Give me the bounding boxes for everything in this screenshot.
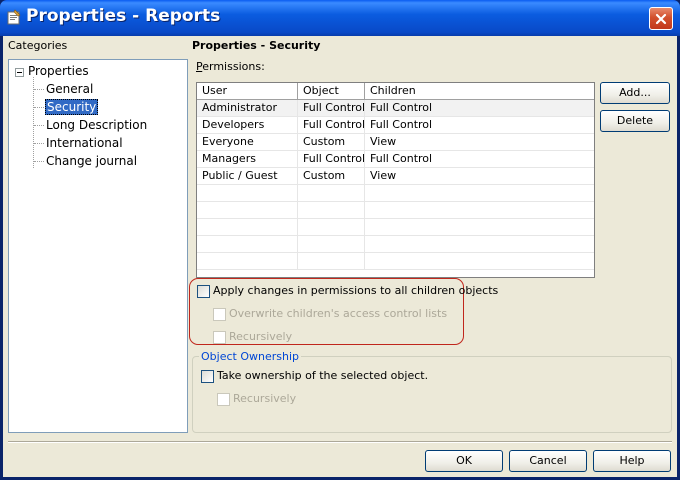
- categories-label: Categories: [8, 39, 68, 52]
- recursively-label: Recursively: [229, 330, 293, 343]
- empty-cell: [298, 202, 365, 219]
- close-button[interactable]: [649, 7, 673, 30]
- cell-object: Full Control: [298, 117, 365, 134]
- table-row[interactable]: Everyone Custom View: [197, 134, 594, 151]
- table-header: User Object Children: [197, 83, 594, 100]
- cancel-button[interactable]: Cancel: [509, 450, 587, 472]
- help-button[interactable]: Help: [593, 450, 671, 472]
- table-row[interactable]: Administrator Full Control Full Control: [197, 100, 594, 117]
- ownership-recursively-label: Recursively: [233, 392, 297, 405]
- tree-connector: [34, 161, 44, 162]
- take-ownership-checkbox[interactable]: [201, 370, 214, 383]
- collapse-icon[interactable]: [15, 68, 24, 77]
- title-bar[interactable]: Properties - Reports: [0, 0, 680, 36]
- tree-item-international[interactable]: International: [46, 135, 123, 152]
- column-header-user[interactable]: User: [197, 83, 298, 100]
- empty-cell: [197, 236, 298, 253]
- cell-object: Full Control: [298, 100, 365, 117]
- cell-user: Managers: [197, 151, 298, 168]
- cell-children: Full Control: [370, 101, 433, 114]
- add-button[interactable]: Add...: [600, 82, 670, 104]
- properties-window: Properties - Reports Categories Properti…: [0, 0, 680, 480]
- tree-item-general[interactable]: General: [46, 81, 93, 98]
- apply-children-label[interactable]: Apply changes in permissions to all chil…: [213, 284, 498, 297]
- cell-object: Full Control: [298, 151, 365, 168]
- empty-cell: [298, 219, 365, 236]
- tree-connector: [33, 77, 34, 168]
- empty-row: [197, 236, 594, 253]
- tree-connector: [34, 89, 44, 90]
- table-row[interactable]: Public / Guest Custom View: [197, 168, 594, 185]
- overwrite-acl-label: Overwrite children's access control list…: [229, 307, 448, 320]
- recursively-checkbox[interactable]: [213, 331, 226, 344]
- tree-connector: [34, 107, 44, 108]
- table-row[interactable]: Developers Full Control Full Control: [197, 117, 594, 134]
- empty-cell: [298, 185, 365, 202]
- tree-connector: [34, 143, 44, 144]
- empty-row: [197, 219, 594, 236]
- properties-document-icon: [7, 9, 21, 25]
- empty-cell: [197, 219, 298, 236]
- cell-user: Developers: [197, 117, 298, 134]
- empty-row: [197, 253, 594, 270]
- tree-item-change-journal[interactable]: Change journal: [46, 153, 137, 170]
- column-header-object[interactable]: Object: [298, 83, 365, 100]
- ownership-recursively-checkbox[interactable]: [217, 393, 230, 406]
- empty-cell: [197, 185, 298, 202]
- table-row[interactable]: Managers Full Control Full Control: [197, 151, 594, 168]
- cell-user: Administrator: [197, 100, 298, 117]
- empty-cell: [197, 202, 298, 219]
- tree-item-security-label: Security: [45, 99, 99, 115]
- cell-children: View: [370, 135, 397, 148]
- empty-cell: [298, 236, 365, 253]
- close-icon: [655, 13, 667, 24]
- cell-object: Custom: [298, 168, 365, 185]
- dialog-body: Categories Properties General Security L…: [3, 36, 677, 477]
- empty-cell: [298, 253, 365, 270]
- cell-children: Full Control: [370, 152, 433, 165]
- footer-divider: [8, 441, 672, 443]
- tree-root-properties[interactable]: Properties: [28, 63, 89, 80]
- cell-children: Full Control: [370, 118, 433, 131]
- object-ownership-title: Object Ownership: [199, 350, 301, 363]
- empty-row: [197, 202, 594, 219]
- permissions-label: Permissions:: [196, 60, 265, 73]
- tree-item-long-description[interactable]: Long Description: [46, 117, 147, 134]
- apply-children-checkbox[interactable]: [197, 285, 210, 298]
- column-header-children[interactable]: Children: [365, 83, 594, 100]
- cell-object: Custom: [298, 134, 365, 151]
- cell-user: Public / Guest: [197, 168, 298, 185]
- permissions-table[interactable]: User Object Children Administrator Full …: [196, 82, 595, 278]
- window-title: Properties - Reports: [26, 6, 221, 26]
- page-title: Properties - Security: [192, 39, 321, 52]
- ok-button[interactable]: OK: [425, 450, 503, 472]
- empty-row: [197, 185, 594, 202]
- tree-connector: [34, 125, 44, 126]
- tree-item-security[interactable]: Security: [45, 99, 99, 116]
- delete-button[interactable]: Delete: [600, 110, 670, 132]
- overwrite-acl-checkbox[interactable]: [213, 308, 226, 321]
- cell-children: View: [370, 169, 397, 182]
- cell-user: Everyone: [197, 134, 298, 151]
- empty-cell: [197, 253, 298, 270]
- take-ownership-label[interactable]: Take ownership of the selected object.: [217, 369, 428, 382]
- permissions-label-text: ermissions:: [202, 60, 265, 73]
- categories-tree[interactable]: Properties General Security Long Descrip…: [8, 59, 188, 433]
